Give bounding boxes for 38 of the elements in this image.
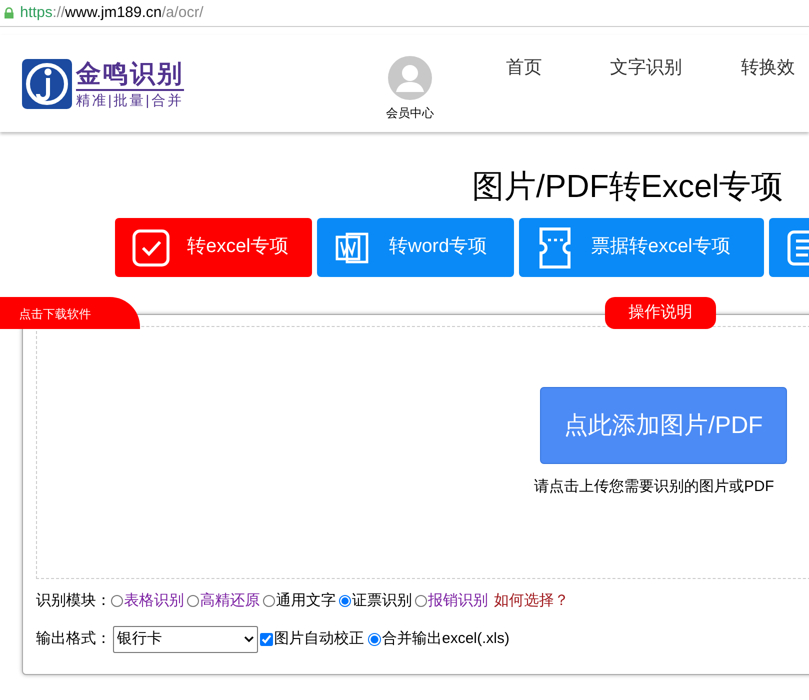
module-option[interactable]: 高精还原 — [200, 590, 260, 612]
module-option[interactable]: 通用文字 — [276, 590, 336, 612]
checkbox[interactable] — [260, 633, 273, 646]
output-label: 输出格式： — [36, 629, 111, 650]
logo-icon — [22, 58, 72, 108]
autocorrect-label[interactable]: 图片自动校正 — [274, 628, 364, 651]
module-option[interactable]: 证票识别 — [352, 590, 412, 612]
mode-tab[interactable]: 票据转excel专项 — [519, 218, 764, 277]
merge-label[interactable]: 合并输出excel(.xls) — [382, 628, 510, 651]
nav-link[interactable]: 文字识别 — [605, 54, 687, 81]
url-text[interactable]: https://www.jm189.cn/a/ocr/ — [20, 2, 204, 24]
mode-tab[interactable]: 转word专项 — [317, 218, 514, 277]
radio-button[interactable] — [339, 595, 351, 608]
logo[interactable]: 金鸣识别 精准|批量|合并 — [22, 58, 386, 108]
nav-link[interactable]: 首页 — [483, 54, 565, 81]
upload-hint: 请点击上传您需要识别的图片或PDF — [534, 477, 774, 497]
chevron-down-icon — [244, 636, 254, 643]
download-tab[interactable]: 点击下载软件 — [0, 297, 140, 329]
module-option[interactable]: 报销识别 — [428, 590, 488, 612]
member-center-link[interactable]: 会员中心 — [386, 104, 434, 122]
nav-link[interactable]: 转换效 — [727, 54, 809, 81]
logo-name: 金鸣识别 — [76, 58, 184, 90]
drop-zone[interactable]: 点此添加图片/PDF 请点击上传您需要识别的图片或PDF — [36, 326, 809, 579]
format-select[interactable]: 银行卡 — [113, 626, 258, 653]
radio-button[interactable] — [368, 633, 381, 646]
radio-button[interactable] — [187, 595, 199, 608]
help-link[interactable]: 如何选择？ — [494, 590, 569, 612]
page-title: 图片/PDF转Excel专项 — [472, 168, 784, 204]
module-label: 识别模块： — [36, 591, 111, 611]
lock-icon — [4, 7, 14, 19]
module-option[interactable]: 表格识别 — [124, 590, 184, 612]
checkbox-icon — [131, 228, 171, 268]
mode-tab[interactable]: 转excel专项 — [115, 218, 312, 277]
radio-button[interactable] — [263, 595, 275, 608]
logo-tagline: 精准|批量|合并 — [76, 90, 184, 108]
help-tab[interactable]: 操作说明 — [605, 297, 716, 329]
radio-button[interactable] — [111, 595, 123, 608]
radio-button[interactable] — [415, 595, 427, 608]
